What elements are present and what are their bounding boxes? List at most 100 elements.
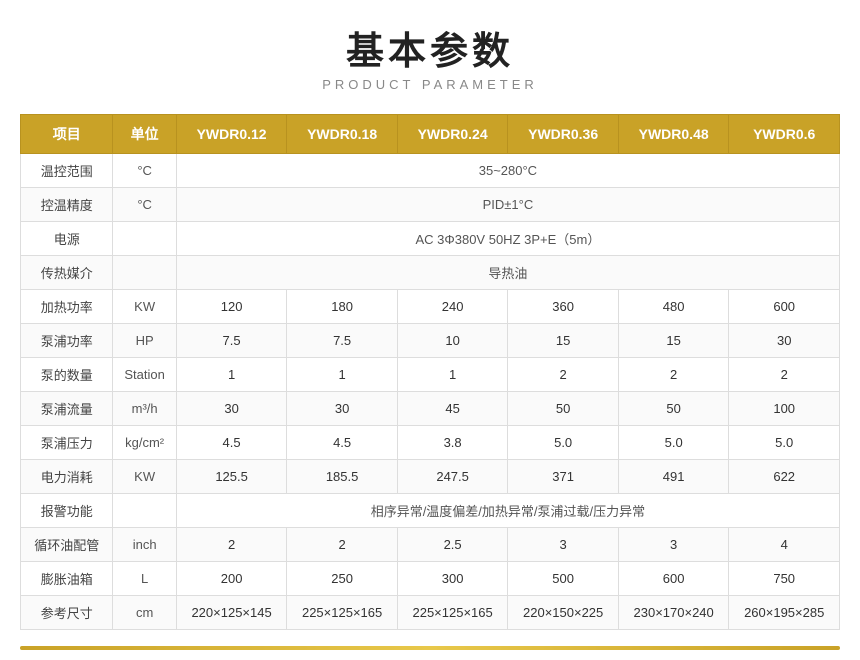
row-val-9-1: 185.5 xyxy=(287,460,398,494)
row-val-13-2: 225×125×165 xyxy=(397,596,508,630)
row-val-5-4: 15 xyxy=(618,324,729,358)
row-label-11: 循环油配管 xyxy=(21,528,113,562)
row-unit-2 xyxy=(113,222,176,256)
row-val-12-4: 600 xyxy=(618,562,729,596)
row-val-6-1: 1 xyxy=(287,358,398,392)
row-label-7: 泵浦流量 xyxy=(21,392,113,426)
row-label-1: 控温精度 xyxy=(21,188,113,222)
table-row: 电力消耗KW125.5185.5247.5371491622 xyxy=(21,460,840,494)
row-label-12: 膨胀油箱 xyxy=(21,562,113,596)
main-title: 基本参数 xyxy=(322,20,538,75)
header-cell-6: YWDR0.48 xyxy=(618,115,729,154)
row-label-8: 泵浦压力 xyxy=(21,426,113,460)
row-label-6: 泵的数量 xyxy=(21,358,113,392)
row-val-5-5: 30 xyxy=(729,324,840,358)
row-label-4: 加热功率 xyxy=(21,290,113,324)
row-val-12-5: 750 xyxy=(729,562,840,596)
row-val-5-2: 10 xyxy=(397,324,508,358)
header-cell-3: YWDR0.18 xyxy=(287,115,398,154)
table-row: 泵的数量Station111222 xyxy=(21,358,840,392)
row-label-3: 传热媒介 xyxy=(21,256,113,290)
row-unit-10 xyxy=(113,494,176,528)
header-cell-0: 项目 xyxy=(21,115,113,154)
row-val-8-3: 5.0 xyxy=(508,426,619,460)
row-val-12-2: 300 xyxy=(397,562,508,596)
table-row: 电源 AC 3Φ380V 50HZ 3P+E（5m） xyxy=(21,222,840,256)
row-val-6-3: 2 xyxy=(508,358,619,392)
row-val-4-0: 120 xyxy=(176,290,287,324)
row-unit-4: KW xyxy=(113,290,176,324)
table-row: 控温精度°CPID±1°C xyxy=(21,188,840,222)
row-val-8-2: 3.8 xyxy=(397,426,508,460)
row-val-11-4: 3 xyxy=(618,528,729,562)
table-row: 报警功能 相序异常/温度偏差/加热异常/泵浦过载/压力异常 xyxy=(21,494,840,528)
row-val-4-4: 480 xyxy=(618,290,729,324)
row-colspan-1: PID±1°C xyxy=(176,188,839,222)
row-val-13-5: 260×195×285 xyxy=(729,596,840,630)
row-label-2: 电源 xyxy=(21,222,113,256)
row-val-12-3: 500 xyxy=(508,562,619,596)
row-val-7-3: 50 xyxy=(508,392,619,426)
row-val-9-2: 247.5 xyxy=(397,460,508,494)
row-val-6-2: 1 xyxy=(397,358,508,392)
row-unit-5: HP xyxy=(113,324,176,358)
row-val-8-1: 4.5 xyxy=(287,426,398,460)
row-unit-1: °C xyxy=(113,188,176,222)
table-row: 泵浦功率HP7.57.510151530 xyxy=(21,324,840,358)
row-val-13-4: 230×170×240 xyxy=(618,596,729,630)
table-body: 温控范围°C35~280°C控温精度°CPID±1°C电源AC 3Φ380V 5… xyxy=(21,154,840,630)
row-val-11-1: 2 xyxy=(287,528,398,562)
row-val-5-0: 7.5 xyxy=(176,324,287,358)
row-unit-8: kg/cm² xyxy=(113,426,176,460)
row-unit-12: L xyxy=(113,562,176,596)
header-cell-2: YWDR0.12 xyxy=(176,115,287,154)
row-unit-7: m³/h xyxy=(113,392,176,426)
table-row: 泵浦流量m³/h3030455050100 xyxy=(21,392,840,426)
row-val-11-0: 2 xyxy=(176,528,287,562)
table-row: 膨胀油箱L200250300500600750 xyxy=(21,562,840,596)
row-unit-3 xyxy=(113,256,176,290)
row-val-9-0: 125.5 xyxy=(176,460,287,494)
row-colspan-2: AC 3Φ380V 50HZ 3P+E（5m） xyxy=(176,222,839,256)
row-val-6-5: 2 xyxy=(729,358,840,392)
row-val-13-0: 220×125×145 xyxy=(176,596,287,630)
row-val-13-1: 225×125×165 xyxy=(287,596,398,630)
row-val-7-1: 30 xyxy=(287,392,398,426)
title-section: 基本参数 PRODUCT PARAMETER xyxy=(322,20,538,92)
table-row: 传热媒介 导热油 xyxy=(21,256,840,290)
row-val-7-2: 45 xyxy=(397,392,508,426)
row-val-9-3: 371 xyxy=(508,460,619,494)
table-wrapper: 项目单位YWDR0.12YWDR0.18YWDR0.24YWDR0.36YWDR… xyxy=(20,114,840,630)
parameter-table: 项目单位YWDR0.12YWDR0.18YWDR0.24YWDR0.36YWDR… xyxy=(20,114,840,630)
table-row: 参考尺寸cm220×125×145225×125×165225×125×1652… xyxy=(21,596,840,630)
row-val-9-4: 491 xyxy=(618,460,729,494)
header-cell-1: 单位 xyxy=(113,115,176,154)
row-val-11-3: 3 xyxy=(508,528,619,562)
row-val-12-1: 250 xyxy=(287,562,398,596)
row-label-0: 温控范围 xyxy=(21,154,113,188)
row-val-8-5: 5.0 xyxy=(729,426,840,460)
row-unit-13: cm xyxy=(113,596,176,630)
row-label-9: 电力消耗 xyxy=(21,460,113,494)
row-val-5-1: 7.5 xyxy=(287,324,398,358)
row-val-6-4: 2 xyxy=(618,358,729,392)
row-unit-11: inch xyxy=(113,528,176,562)
row-label-13: 参考尺寸 xyxy=(21,596,113,630)
row-val-4-1: 180 xyxy=(287,290,398,324)
row-colspan-10: 相序异常/温度偏差/加热异常/泵浦过载/压力异常 xyxy=(176,494,839,528)
row-label-10: 报警功能 xyxy=(21,494,113,528)
row-val-4-5: 600 xyxy=(729,290,840,324)
row-val-9-5: 622 xyxy=(729,460,840,494)
row-val-4-2: 240 xyxy=(397,290,508,324)
header-cell-4: YWDR0.24 xyxy=(397,115,508,154)
row-val-11-5: 4 xyxy=(729,528,840,562)
table-row: 泵浦压力kg/cm²4.54.53.85.05.05.0 xyxy=(21,426,840,460)
row-unit-6: Station xyxy=(113,358,176,392)
row-val-8-0: 4.5 xyxy=(176,426,287,460)
row-val-13-3: 220×150×225 xyxy=(508,596,619,630)
row-colspan-3: 导热油 xyxy=(176,256,839,290)
header-cell-7: YWDR0.6 xyxy=(729,115,840,154)
row-val-11-2: 2.5 xyxy=(397,528,508,562)
row-val-12-0: 200 xyxy=(176,562,287,596)
row-val-5-3: 15 xyxy=(508,324,619,358)
